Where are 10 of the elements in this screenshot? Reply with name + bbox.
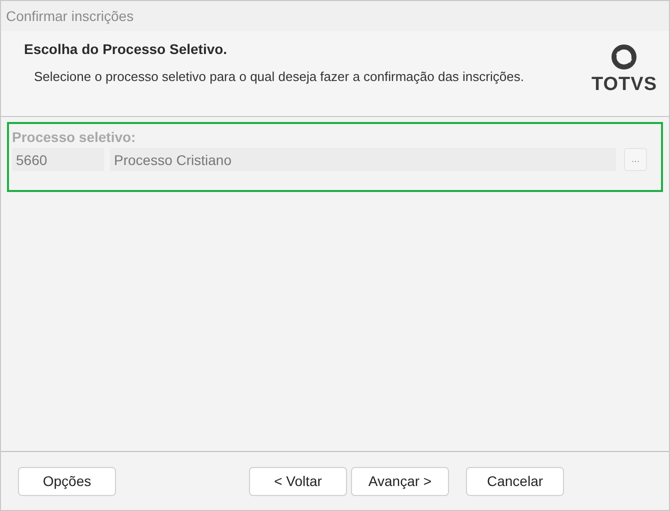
dialog-button[interactable]: Opções	[18, 466, 116, 496]
dialog-button[interactable]: Avançar >	[351, 466, 449, 496]
dialog-button[interactable]: < Voltar	[249, 466, 347, 496]
field-label: Processo seletivo:	[12, 129, 137, 145]
step-title: Escolha do Processo Seletivo.	[24, 41, 228, 57]
window-title: Confirmar inscrições	[6, 8, 134, 24]
logo-icon	[611, 44, 638, 70]
step-description: Selecione o processo seletivo para o qual deseja fazer a confirmação das inscrições.	[34, 69, 525, 85]
dialog-button[interactable]: Cancelar	[466, 466, 564, 496]
logo-text: TOTVS	[592, 74, 657, 96]
